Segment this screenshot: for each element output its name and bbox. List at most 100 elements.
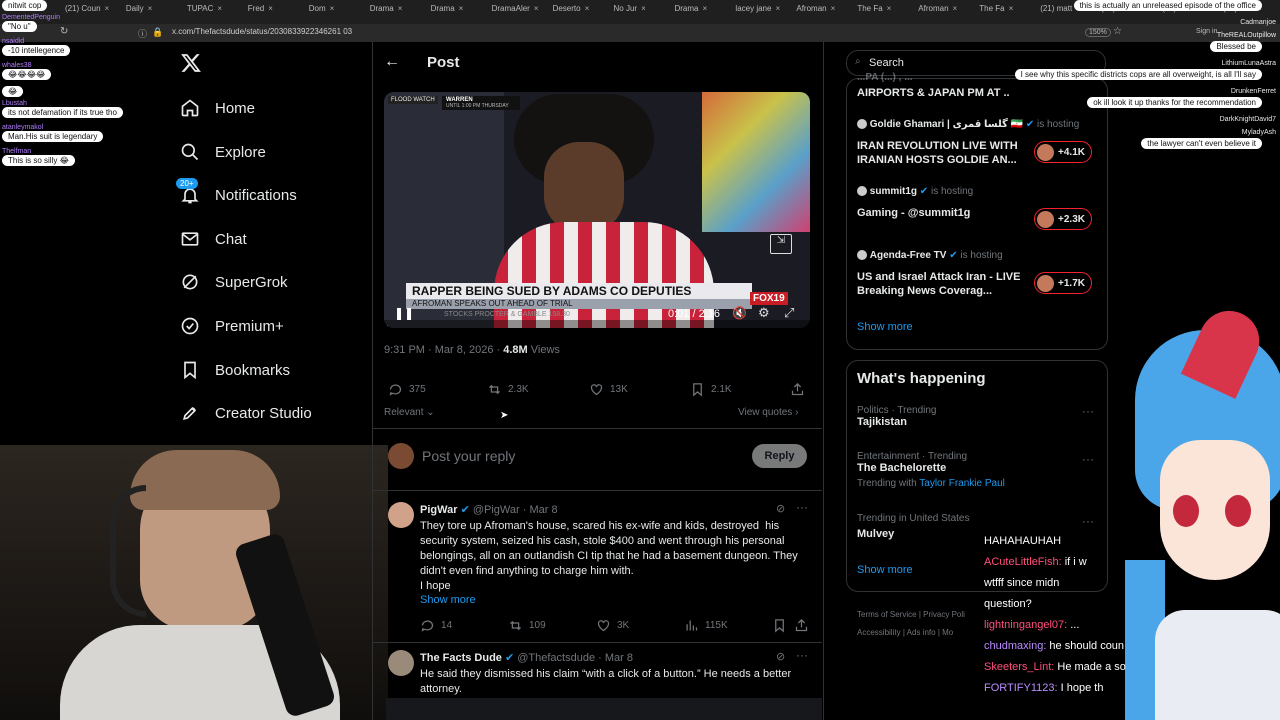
nav-premium[interactable]: Premium+	[180, 310, 284, 342]
trend-item[interactable]: Entertainment · Trending The Bachelorett…	[857, 451, 1005, 489]
settings-gear-icon[interactable]: ⚙	[758, 305, 770, 321]
reply-1-handle[interactable]: @PigWar · Mar 8	[473, 504, 558, 516]
close-icon[interactable]: ×	[459, 4, 464, 13]
nav-creator-studio[interactable]: Creator Studio	[180, 397, 312, 429]
footer-privacy[interactable]: Privacy Poli	[923, 610, 965, 619]
relevant-sort[interactable]: Relevant ⌄	[384, 407, 435, 418]
more-options-icon[interactable]: ···	[796, 648, 808, 662]
close-icon[interactable]: ×	[1009, 4, 1014, 13]
close-icon[interactable]: ×	[148, 4, 153, 13]
close-icon[interactable]: ×	[268, 4, 273, 13]
fullscreen-icon[interactable]: ⤢	[784, 305, 794, 321]
close-icon[interactable]: ×	[887, 4, 892, 13]
browser-tab[interactable]: Drama ×	[674, 4, 729, 20]
space-1-listeners[interactable]: +4.1K	[1034, 141, 1092, 163]
browser-tab[interactable]: Drama ×	[431, 4, 486, 20]
view-quotes-link[interactable]: View quotes ›	[738, 407, 798, 418]
nav-supergrok[interactable]: SuperGrok	[180, 266, 288, 298]
reply-2-handle[interactable]: @Thefactsdude · Mar 8	[517, 652, 633, 664]
browser-tab[interactable]: Afroman ×	[918, 4, 973, 20]
show-more-link[interactable]: Show more	[420, 594, 476, 606]
avatar[interactable]	[388, 502, 414, 528]
browser-tab[interactable]: Daily ×	[126, 4, 181, 20]
footer-accessibility[interactable]: Accessibility	[857, 628, 901, 637]
lock-icon[interactable]: 🔒	[152, 27, 163, 38]
space-host-3[interactable]: Agenda-Free TV ✔ is hosting	[857, 250, 1003, 261]
close-icon[interactable]: ×	[534, 4, 539, 13]
space-2-title[interactable]: Gaming - @summit1g	[857, 207, 1027, 219]
nav-bookmarks[interactable]: Bookmarks	[180, 354, 290, 386]
nav-home[interactable]: Home	[180, 92, 255, 124]
space-2-listeners[interactable]: +2.3K	[1034, 208, 1092, 230]
browser-tab[interactable]: Fred ×	[248, 4, 303, 20]
browser-tab[interactable]: lacey jane ×	[735, 4, 790, 20]
bookmark-action[interactable]: 2.1K	[690, 382, 732, 397]
close-icon[interactable]: ×	[217, 4, 222, 13]
browser-tab[interactable]: DramaAler ×	[492, 4, 547, 20]
search-input[interactable]: Search	[869, 57, 904, 69]
space-host-2[interactable]: summit1g ✔ is hosting	[857, 186, 973, 197]
reload-icon[interactable]: ↻	[60, 26, 68, 37]
trend-item[interactable]: Trending in United States Mulvey	[857, 513, 969, 540]
show-more-link[interactable]: Show more	[857, 321, 913, 333]
reply-1-like-action[interactable]: 3K	[596, 618, 629, 633]
reply-1-views-action[interactable]: 115K	[684, 618, 728, 633]
space-1-title[interactable]: IRAN REVOLUTION LIVE WITH IRANIAN HOSTS …	[857, 139, 1027, 167]
video-player[interactable]: FLOOD WATCH WARREN UNTIL 1:00 PM THURSDA…	[384, 92, 810, 328]
browser-tab[interactable]: No Jur ×	[614, 4, 669, 20]
url-bar[interactable]: x.com/Thefactsdude/status/20308339223462…	[172, 27, 1032, 39]
trend-item[interactable]: Politics · Trending Tajikistan	[857, 405, 936, 428]
grok-icon[interactable]: ⊘	[776, 650, 785, 663]
avatar[interactable]	[388, 650, 414, 676]
more-options-icon[interactable]: ···	[1082, 514, 1094, 528]
browser-tab[interactable]: TUPAC ×	[187, 4, 242, 20]
close-icon[interactable]: ×	[330, 4, 335, 13]
space-3-listeners[interactable]: +1.7K	[1034, 272, 1092, 294]
info-icon[interactable]: ⓘ	[138, 27, 147, 40]
zoom-level[interactable]: 150%	[1085, 28, 1111, 37]
mute-icon[interactable]: 🔇	[732, 306, 747, 320]
show-more-link[interactable]: Show more	[857, 564, 913, 576]
browser-tab[interactable]: (21) Coun ×	[65, 4, 120, 20]
reply-1-repost-action[interactable]: 109	[508, 618, 546, 633]
space-cut-title[interactable]: AIRPORTS & JAPAN PM AT ..	[857, 87, 1010, 99]
more-options-icon[interactable]: ···	[1082, 452, 1094, 466]
close-icon[interactable]: ×	[585, 4, 590, 13]
reply-1-reply-action[interactable]: 14	[420, 618, 452, 633]
close-icon[interactable]: ×	[641, 4, 646, 13]
share-action[interactable]	[790, 382, 811, 397]
nav-chat[interactable]: Chat	[180, 223, 247, 255]
sign-in-button[interactable]: Sign in	[1196, 28, 1217, 35]
back-arrow-icon[interactable]: ←	[384, 53, 400, 71]
grok-icon[interactable]: ⊘	[776, 502, 785, 515]
reply-input[interactable]: Post your reply	[422, 448, 515, 464]
pip-icon[interactable]: ⇲	[770, 234, 792, 254]
reply-button[interactable]: Reply	[752, 444, 807, 468]
browser-tab[interactable]: Deserto ×	[553, 4, 608, 20]
space-host-1[interactable]: Goldie Ghamari | گلسا قمری 🇮🇷 ✔ is hosti…	[857, 119, 1079, 130]
reply-action[interactable]: 375	[388, 382, 426, 397]
pause-icon[interactable]: ❚❚	[394, 306, 414, 320]
browser-tab[interactable]: The Fa ×	[979, 4, 1034, 20]
footer-terms[interactable]: Terms of Service	[857, 610, 917, 619]
reply-2-author[interactable]: The Facts Dude	[420, 652, 502, 664]
space-3-title[interactable]: US and Israel Attack Iran - LIVE Breakin…	[857, 270, 1027, 298]
browser-tab[interactable]: The Fa ×	[857, 4, 912, 20]
x-logo-icon[interactable]	[180, 52, 204, 76]
reply-1-bookmark-action[interactable]	[772, 618, 793, 633]
close-icon[interactable]: ×	[775, 4, 780, 13]
nav-explore[interactable]: Explore	[180, 136, 266, 168]
star-icon[interactable]: ☆	[1113, 26, 1122, 37]
nav-notifications[interactable]: Notifications 20+	[176, 178, 297, 211]
browser-tab[interactable]: Drama ×	[370, 4, 425, 20]
video-progress-bar[interactable]	[384, 325, 389, 328]
trend-extra-link[interactable]: Taylor Frankie Paul	[919, 478, 1005, 489]
browser-tab[interactable]: Dom ×	[309, 4, 364, 20]
close-icon[interactable]: ×	[398, 4, 403, 13]
footer-ads[interactable]: Ads info	[907, 628, 936, 637]
close-icon[interactable]: ×	[105, 4, 110, 13]
close-icon[interactable]: ×	[831, 4, 836, 13]
close-icon[interactable]: ×	[702, 4, 707, 13]
reply-1-author[interactable]: PigWar	[420, 504, 458, 516]
more-options-icon[interactable]: ···	[796, 500, 808, 514]
